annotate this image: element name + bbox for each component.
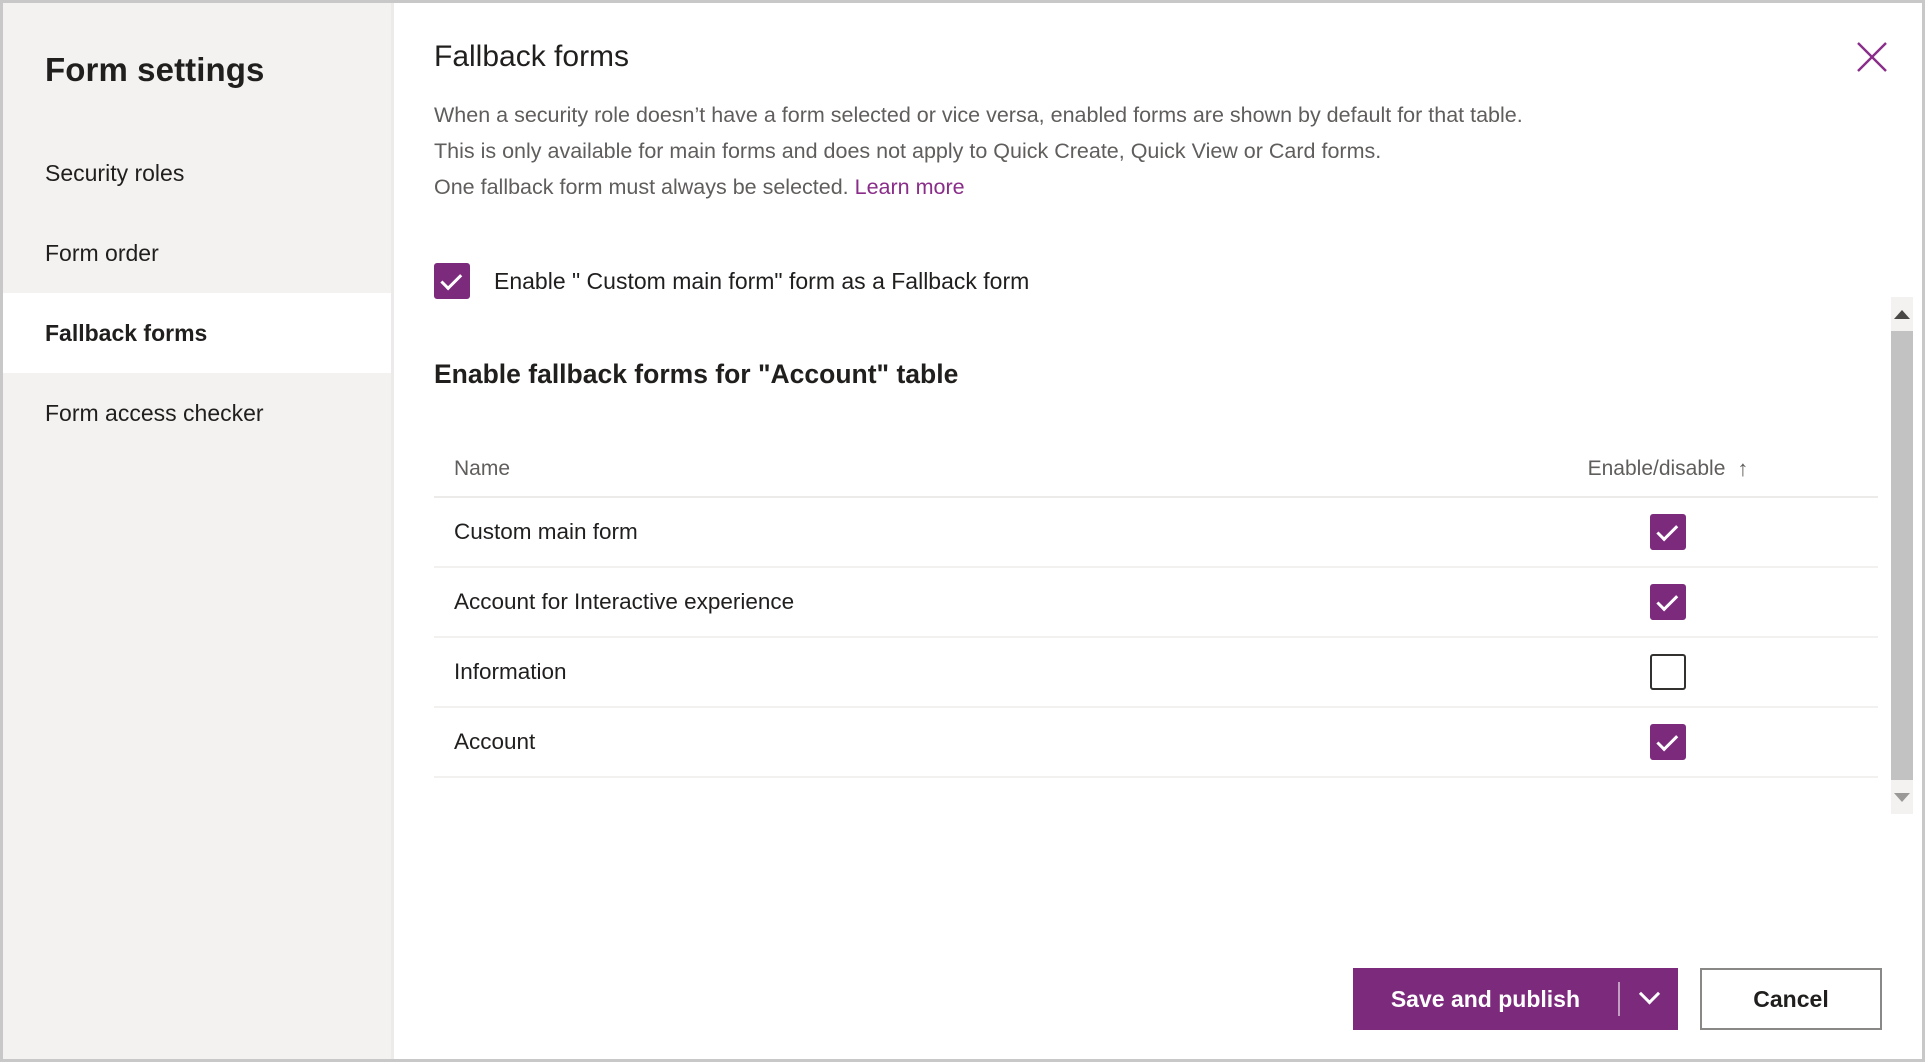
sort-ascending-icon: ↑ [1737, 458, 1748, 480]
table-cell-name: Account [434, 729, 1458, 755]
panel-description: When a security role doesn’t have a form… [434, 97, 1834, 205]
table-cell-enable [1458, 654, 1878, 690]
scrollbar-thumb[interactable] [1891, 331, 1913, 780]
scroll-up-arrow-icon [1894, 310, 1910, 319]
close-icon [1855, 40, 1889, 74]
save-and-publish-menu-button[interactable] [1620, 968, 1678, 1030]
enable-fallback-checkbox[interactable] [434, 263, 470, 299]
table-header-row: Name Enable/disable ↑ [434, 442, 1878, 498]
page-title: Fallback forms [434, 39, 1922, 75]
sidebar-title: Form settings [3, 3, 391, 89]
section-heading: Enable fallback forms for "Account" tabl… [434, 359, 1922, 390]
content-scrollbar[interactable] [1891, 297, 1913, 814]
table-cell-enable [1458, 724, 1878, 760]
sidebar-item-form-access-checker[interactable]: Form access checker [3, 373, 391, 453]
column-header-enable-disable[interactable]: Enable/disable ↑ [1458, 457, 1878, 481]
form-settings-dialog: Form settings Security roles Form order … [0, 0, 1925, 1062]
sidebar-item-fallback-forms[interactable]: Fallback forms [3, 293, 391, 373]
save-and-publish-split-button[interactable]: Save and publish [1353, 968, 1678, 1030]
panel-header: Fallback forms When a security role does… [394, 3, 1922, 205]
dialog-footer: Save and publish Cancel [394, 939, 1922, 1059]
enable-fallback-row[interactable]: Enable " Custom main form" form as a Fal… [434, 263, 1922, 299]
description-line-1: When a security role doesn’t have a form… [434, 97, 1810, 133]
sidebar-item-label: Form order [45, 240, 159, 267]
fallback-forms-table: Name Enable/disable ↑ Custom main form [434, 442, 1878, 778]
main-panel: Fallback forms When a security role does… [394, 3, 1922, 1059]
sidebar-item-security-roles[interactable]: Security roles [3, 133, 391, 213]
description-line-3: One fallback form must always be selecte… [434, 169, 1810, 205]
sidebar-nav: Security roles Form order Fallback forms… [3, 133, 391, 453]
description-line-2: This is only available for main forms an… [434, 133, 1810, 169]
row-enable-checkbox[interactable] [1650, 654, 1686, 690]
checkmark-icon [1656, 729, 1678, 751]
panel-content: Enable " Custom main form" form as a Fal… [394, 205, 1922, 939]
checkmark-icon [1656, 519, 1678, 541]
row-enable-checkbox[interactable] [1650, 584, 1686, 620]
sidebar-item-form-order[interactable]: Form order [3, 213, 391, 293]
sidebar-item-label: Fallback forms [45, 320, 207, 347]
column-header-enable-disable-label: Enable/disable [1588, 457, 1726, 481]
description-line-3-text: One fallback form must always be selecte… [434, 175, 849, 199]
table-row[interactable]: Information [434, 638, 1878, 708]
table-cell-name: Custom main form [434, 519, 1458, 545]
table-row[interactable]: Account [434, 708, 1878, 778]
table-cell-enable [1458, 514, 1878, 550]
table-cell-name: Account for Interactive experience [434, 589, 1458, 615]
checkmark-icon [440, 268, 462, 290]
chevron-down-icon [1638, 983, 1659, 1004]
column-header-name[interactable]: Name [434, 457, 1458, 481]
row-enable-checkbox[interactable] [1650, 514, 1686, 550]
sidebar-item-label: Security roles [45, 160, 184, 187]
table-cell-name: Information [434, 659, 1458, 685]
scroll-down-button[interactable] [1891, 780, 1913, 814]
sidebar: Form settings Security roles Form order … [3, 3, 394, 1059]
scrollbar-track[interactable] [1891, 331, 1913, 780]
row-enable-checkbox[interactable] [1650, 724, 1686, 760]
table-row[interactable]: Custom main form [434, 498, 1878, 568]
save-and-publish-button[interactable]: Save and publish [1353, 968, 1618, 1030]
enable-fallback-label: Enable " Custom main form" form as a Fal… [494, 268, 1029, 295]
checkmark-icon [1656, 589, 1678, 611]
scroll-down-arrow-icon [1894, 793, 1910, 802]
table-row[interactable]: Account for Interactive experience [434, 568, 1878, 638]
cancel-button[interactable]: Cancel [1700, 968, 1882, 1030]
close-button[interactable] [1844, 29, 1900, 85]
sidebar-item-label: Form access checker [45, 400, 264, 427]
table-cell-enable [1458, 584, 1878, 620]
learn-more-link[interactable]: Learn more [855, 175, 965, 199]
scroll-up-button[interactable] [1891, 297, 1913, 331]
